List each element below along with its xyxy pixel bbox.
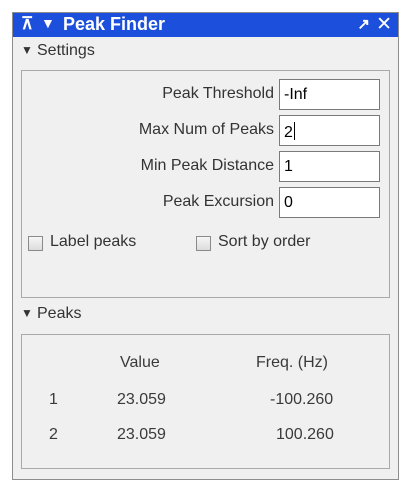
min-peak-distance-field[interactable]: 1 xyxy=(279,151,380,182)
settings-header-label: Settings xyxy=(37,42,95,59)
freq-column-header: Freq. (Hz) xyxy=(256,354,328,371)
peak-row-freq: -100.260 xyxy=(270,391,334,408)
settings-group: Peak Threshold -Inf Max Num of Peaks 2 M… xyxy=(21,70,390,298)
menu-icon[interactable]: ▼ xyxy=(41,15,55,31)
sort-by-order-checkbox[interactable] xyxy=(196,236,211,251)
window-title: Peak Finder xyxy=(63,14,166,34)
peak-row-freq: 100.260 xyxy=(276,426,334,443)
settings-section-header[interactable]: ▼ Settings xyxy=(13,40,398,64)
pin-icon[interactable]: ⊼ xyxy=(21,14,33,34)
peak-threshold-label: Peak Threshold xyxy=(162,85,274,102)
peak-excursion-label: Peak Excursion xyxy=(162,193,274,210)
label-peaks-label[interactable]: Label peaks xyxy=(50,233,136,251)
peak-row-index: 1 xyxy=(49,391,58,408)
text-caret xyxy=(293,122,295,140)
value-column-header: Value xyxy=(120,354,160,371)
label-peaks-checkbox[interactable] xyxy=(28,236,43,251)
peak-threshold-field[interactable]: -Inf xyxy=(279,79,380,110)
triangle-down-icon[interactable]: ▼ xyxy=(21,306,33,320)
peaks-group: Value Freq. (Hz) 1 23.059 -100.260 2 23.… xyxy=(21,334,390,469)
peak-row-index: 2 xyxy=(49,426,58,443)
title-bar[interactable]: ⊼ ▼ Peak Finder ↗ ✕ xyxy=(13,13,398,37)
peaks-section-header[interactable]: ▼ Peaks xyxy=(13,303,398,327)
peak-excursion-field[interactable]: 0 xyxy=(279,187,380,218)
max-num-peaks-label: Max Num of Peaks xyxy=(138,121,274,138)
peaks-header-label: Peaks xyxy=(37,305,82,322)
triangle-down-icon[interactable]: ▼ xyxy=(21,43,33,57)
peak-finder-panel: ⊼ ▼ Peak Finder ↗ ✕ ▼ Settings Peak Thre… xyxy=(12,12,399,480)
peak-row-value: 23.059 xyxy=(117,391,166,408)
min-peak-distance-label: Min Peak Distance xyxy=(140,157,274,174)
undock-icon[interactable]: ↗ xyxy=(357,15,370,33)
close-icon[interactable]: ✕ xyxy=(376,13,392,36)
sort-by-order-label[interactable]: Sort by order xyxy=(218,233,310,251)
max-num-peaks-field[interactable]: 2 xyxy=(279,115,380,146)
peak-row-value: 23.059 xyxy=(117,426,166,443)
